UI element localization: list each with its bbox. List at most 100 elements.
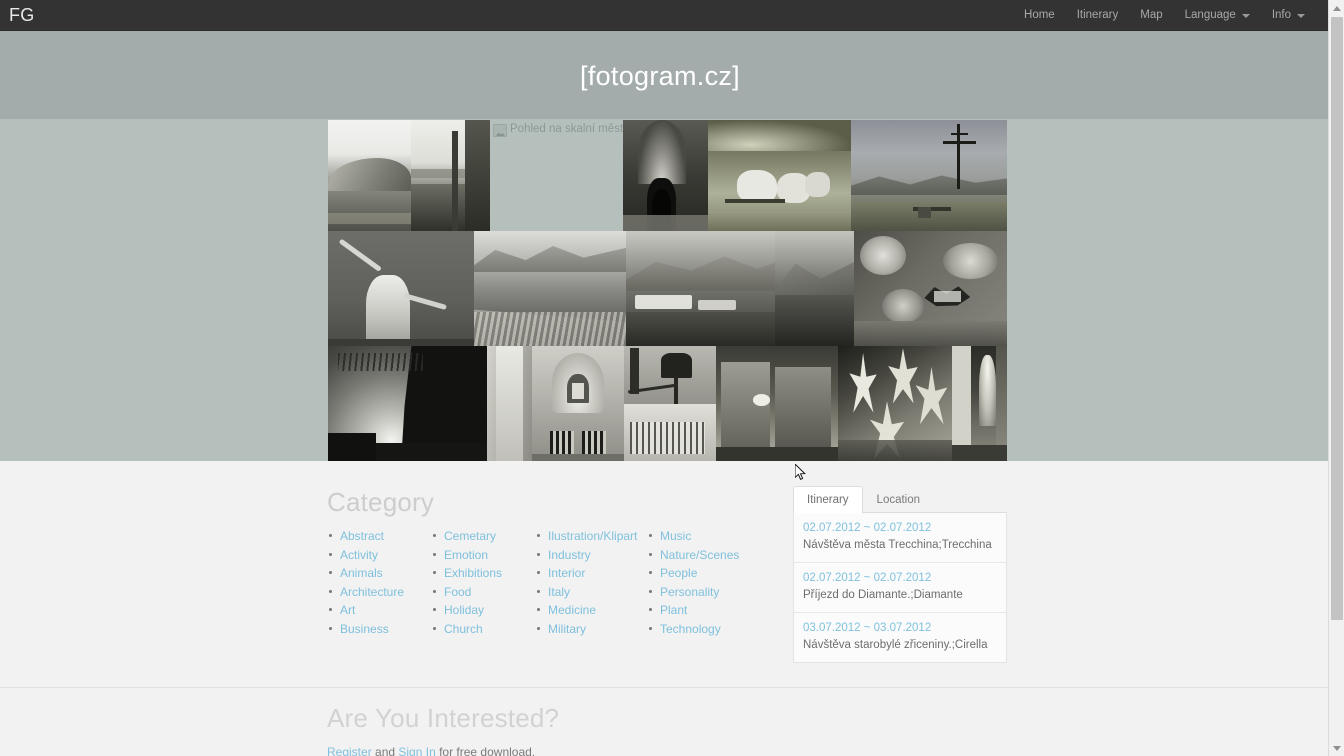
nav-item-label: Info	[1271, 8, 1291, 21]
gallery-photo[interactable]	[624, 346, 716, 461]
itinerary-description: Návštěva starobylé zřiceniny.;Cirella	[803, 639, 988, 651]
interested-heading: Are You Interested?	[327, 703, 560, 733]
category-link[interactable]: Art	[340, 603, 355, 617]
nav-item-info[interactable]: Info	[1261, 0, 1316, 31]
chevron-down-icon	[1297, 14, 1305, 18]
list-item: Nature/Scenes	[647, 548, 751, 562]
signin-link[interactable]: Sign In	[398, 745, 435, 756]
content-section: Category Abstract Activity Animals Archi…	[0, 461, 1328, 687]
gallery-photo[interactable]	[487, 346, 532, 461]
nav-links: Home Itinerary Map Language Info	[1013, 0, 1328, 31]
category-heading: Category	[327, 487, 435, 517]
category-link[interactable]: Abstract	[340, 529, 384, 543]
gallery-photo[interactable]	[626, 231, 775, 346]
scrollbar-thumb[interactable]	[1331, 17, 1343, 620]
category-link[interactable]: Emotion	[444, 548, 488, 562]
itinerary-date: 02.07.2012 ~ 02.07.2012	[803, 522, 932, 534]
category-column: Abstract Activity Animals Architecture A…	[327, 529, 431, 640]
category-link[interactable]: Food	[444, 585, 471, 599]
category-link[interactable]: Exhibitions	[444, 566, 502, 580]
category-link[interactable]: Church	[444, 622, 483, 636]
nav-item-language[interactable]: Language	[1174, 0, 1261, 31]
list-item: Holiday	[431, 603, 535, 617]
gallery-photo[interactable]	[952, 346, 1007, 461]
top-navbar: FG Home Itinerary Map Language Info	[0, 0, 1328, 31]
nav-item-itinerary[interactable]: Itinerary	[1066, 0, 1130, 31]
gallery-photo[interactable]	[838, 346, 952, 461]
broken-image-placeholder[interactable]: Pohled na skalní město.	[490, 120, 623, 231]
gallery-photo[interactable]	[775, 231, 854, 346]
list-item[interactable]: 02.07.2012 ~ 02.07.2012 Návštěva města T…	[794, 513, 1006, 563]
tail-text: for free download.	[435, 745, 536, 756]
itinerary-list: 02.07.2012 ~ 02.07.2012 Návštěva města T…	[793, 513, 1007, 663]
list-item: Church	[431, 622, 535, 636]
gallery-photo[interactable]	[716, 346, 838, 461]
vertical-scrollbar[interactable]	[1328, 0, 1344, 756]
register-link[interactable]: Register	[327, 745, 372, 756]
category-link[interactable]: Animals	[340, 566, 383, 580]
gallery-photo[interactable]	[708, 120, 851, 231]
list-item: Food	[431, 585, 535, 599]
gallery-photo[interactable]	[328, 346, 487, 461]
list-item: Plant	[647, 603, 751, 617]
list-item: People	[647, 566, 751, 580]
nav-item-map[interactable]: Map	[1129, 0, 1173, 31]
category-link[interactable]: Interior	[548, 566, 585, 580]
list-item: Italy	[535, 585, 647, 599]
photo-gallery-strip: Pohled na skalní město.	[0, 119, 1328, 461]
category-columns: Abstract Activity Animals Architecture A…	[327, 529, 777, 640]
gallery-photo[interactable]	[328, 231, 474, 346]
gallery-photo[interactable]	[854, 231, 1007, 346]
category-link[interactable]: Plant	[660, 603, 687, 617]
scroll-down-arrow-icon[interactable]	[1329, 740, 1344, 756]
list-item: Interior	[535, 566, 647, 580]
gallery-photo[interactable]	[474, 231, 626, 346]
list-item: Military	[535, 622, 647, 636]
nav-item-label: Map	[1140, 8, 1163, 21]
itinerary-date: 02.07.2012 ~ 02.07.2012	[803, 572, 932, 584]
list-item: Art	[327, 603, 431, 617]
photo-grid-row	[328, 231, 1007, 346]
hero-banner: [fotogram.cz]	[0, 31, 1328, 119]
category-link[interactable]: People	[660, 566, 697, 580]
list-item: Architecture	[327, 585, 431, 599]
category-link[interactable]: Technology	[660, 622, 721, 636]
list-item[interactable]: 02.07.2012 ~ 02.07.2012 Příjezd do Diama…	[794, 563, 1006, 613]
category-link[interactable]: Activity	[340, 548, 378, 562]
category-link[interactable]: Architecture	[340, 585, 404, 599]
category-link[interactable]: Military	[548, 622, 586, 636]
scroll-up-arrow-icon[interactable]	[1329, 0, 1344, 16]
category-column: Cemetary Emotion Exhibitions Food Holida…	[431, 529, 535, 640]
gallery-photo[interactable]	[532, 346, 624, 461]
category-block: Category Abstract Activity Animals Archi…	[327, 487, 777, 640]
broken-image-alt-text: Pohled na skalní město.	[510, 123, 623, 135]
gallery-photo[interactable]	[411, 120, 490, 231]
chevron-down-icon	[1241, 14, 1250, 18]
list-item: Cemetary	[431, 529, 535, 543]
nav-item-label: Itinerary	[1076, 8, 1119, 21]
nav-item-home[interactable]: Home	[1013, 0, 1066, 31]
interested-section: Are You Interested? Register and Sign In…	[327, 703, 1027, 756]
category-link[interactable]: Medicine	[548, 603, 596, 617]
brand-logo[interactable]: FG	[0, 0, 34, 31]
category-link[interactable]: Italy	[548, 585, 570, 599]
gallery-photo[interactable]	[851, 120, 1007, 231]
category-link[interactable]: Ilustration/Klipart	[548, 529, 637, 543]
list-item: Industry	[535, 548, 647, 562]
category-link[interactable]: Business	[340, 622, 389, 636]
list-item: Emotion	[431, 548, 535, 562]
tab-location[interactable]: Location	[863, 486, 934, 513]
itinerary-panel: Itinerary Location 02.07.2012 ~ 02.07.20…	[793, 486, 1007, 663]
category-link[interactable]: Personality	[660, 585, 719, 599]
gallery-photo[interactable]	[623, 120, 708, 231]
category-link[interactable]: Holiday	[444, 603, 484, 617]
list-item: Abstract	[327, 529, 431, 543]
list-item[interactable]: 03.07.2012 ~ 03.07.2012 Návštěva staroby…	[794, 613, 1006, 662]
tab-itinerary[interactable]: Itinerary	[793, 486, 863, 513]
gallery-photo[interactable]	[328, 120, 411, 231]
category-link[interactable]: Cemetary	[444, 529, 496, 543]
category-link[interactable]: Industry	[548, 548, 591, 562]
category-link[interactable]: Music	[660, 529, 691, 543]
list-item: Music	[647, 529, 751, 543]
category-link[interactable]: Nature/Scenes	[660, 548, 739, 562]
